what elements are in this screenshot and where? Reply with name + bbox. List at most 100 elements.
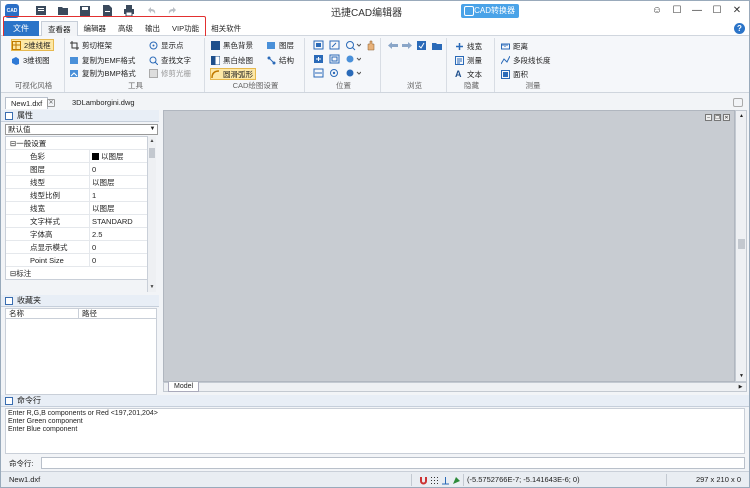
show-points-button[interactable]: 显示点 [149,39,184,51]
scroll-up-icon[interactable]: ▲ [737,112,746,120]
scroll-thumb[interactable] [149,148,155,158]
text-toggle-label: 文本 [467,69,482,79]
zoom-dropdown-icon[interactable] [345,40,362,51]
file-menu-tab[interactable]: 文件 [3,21,39,36]
command-input[interactable] [41,457,745,469]
redo-icon[interactable] [167,4,179,17]
feedback-icon[interactable]: ☺ [651,4,663,17]
tab-output[interactable]: 输出 [139,21,166,36]
property-row[interactable]: 色彩 以图层 [6,150,149,163]
properties-scrollbar[interactable]: ▲ ▼ [147,136,156,292]
property-row[interactable]: 线宽 以图层 [6,202,149,215]
arrow-left-icon[interactable] [387,40,399,51]
property-row[interactable]: Point Size 0 [6,254,149,267]
close-tab-icon[interactable]: ✕ [47,99,55,107]
scroll-down-icon[interactable]: ▼ [737,372,746,380]
pan-hand-icon[interactable] [365,40,377,51]
property-group-general[interactable]: ⊟一般设置 [6,137,149,150]
area-button[interactable]: 面积 [501,68,528,80]
save-icon[interactable] [79,4,91,17]
tab-related-software[interactable]: 相关软件 [205,21,247,36]
document-icon[interactable] [101,4,113,17]
canvas-vertical-scrollbar[interactable]: ▲ ▼ [735,110,747,382]
zoom-window-icon[interactable] [329,40,341,51]
minimize-button[interactable]: — [691,4,703,17]
scroll-up-icon[interactable]: ▲ [148,137,156,145]
crop-frame-button[interactable]: 剪切框架 [70,39,112,51]
column-header-name[interactable]: 名称 [9,309,24,319]
structure-button[interactable]: 结构 [267,54,294,66]
canvas-close-icon[interactable]: ✕ [723,114,730,121]
find-text-button[interactable]: 查找文字 [149,54,191,66]
layers-button[interactable]: 图层 [267,39,294,51]
property-row[interactable]: 线型 以图层 [6,176,149,189]
black-white-icon [210,55,221,65]
scroll-thumb[interactable] [738,239,745,249]
distance-button[interactable]: 距离 [501,40,528,52]
osnap-icon[interactable] [452,475,461,484]
grid-icon[interactable] [430,475,439,484]
arrow-right-icon[interactable] [401,40,413,51]
maximize-button[interactable]: ☐ [711,4,723,17]
black-background-button[interactable]: 黑色背景 [211,39,253,51]
text-toggle-button[interactable]: A 文本 [455,68,482,80]
orbit-dropdown-icon[interactable] [345,54,362,65]
snap-magnet-icon[interactable] [419,475,428,485]
browse-page-icon[interactable] [416,40,428,51]
line-width-button[interactable]: 线宽 [455,40,482,52]
open-folder-icon[interactable] [57,4,69,17]
property-row[interactable]: 字体高 2.5 [6,228,149,241]
zoom-extents-icon[interactable] [313,40,325,51]
property-row[interactable]: 点显示模式 0 [6,241,149,254]
scroll-right-icon[interactable]: ▶ [736,383,745,391]
tab-viewer[interactable]: 查看器 [41,21,78,36]
print-icon[interactable] [123,4,135,17]
help-icon[interactable]: ? [734,23,745,34]
tabs-scroll-icon[interactable] [733,98,743,107]
ortho-icon[interactable] [441,475,450,485]
property-row[interactable]: 图层 0 [6,163,149,176]
app-logo-icon[interactable]: CAD [5,4,19,18]
properties-selector-value: 默认值 [8,125,31,134]
polyline-length-button[interactable]: 多段线长度 [500,54,551,66]
wireframe-2d-button[interactable]: 2维线框 [11,39,54,51]
skin-icon[interactable]: ☐ [671,4,683,17]
doc-tab-new1[interactable]: New1.dxf [5,97,49,109]
property-row[interactable]: 线型比例 1 [6,189,149,202]
copy-emf-button[interactable]: 复制为EMF格式 [70,54,135,66]
tab-editor[interactable]: 编辑器 [78,21,113,36]
undo-icon[interactable] [145,4,157,17]
doc-tab-lamborgini[interactable]: 3DLamborgini.dwg [67,97,140,109]
browse-folder-icon[interactable] [431,40,443,51]
copy-bmp-button[interactable]: 复制为BMP格式 [70,67,136,79]
layers-label: 图层 [279,40,294,50]
view-3d-button[interactable]: 3维视图 [11,54,50,66]
column-header-path[interactable]: 路径 [82,309,97,319]
line-width-label: 线宽 [467,41,482,51]
zoom-in-icon[interactable] [313,54,325,65]
scroll-down-icon[interactable]: ▼ [148,283,156,291]
trim-raster-button[interactable]: 修剪光栅 [149,67,191,79]
black-white-button[interactable]: 黑白绘图 [210,54,253,66]
zoom-realtime-icon[interactable] [329,68,341,79]
smooth-arc-button[interactable]: 圆滑弧形 [210,68,256,80]
favorites-list[interactable]: 名称 路径 [5,308,157,395]
app-menu-icon[interactable] [35,4,47,17]
view-dropdown-icon[interactable] [345,68,362,79]
canvas-restore-icon[interactable]: ❐ [714,114,721,121]
property-row[interactable]: 文字样式 STANDARD [6,215,149,228]
zoom-out-icon[interactable] [329,54,341,65]
model-tab[interactable]: Model [168,382,200,392]
tab-advanced[interactable]: 高级 [112,21,139,36]
tab-vip[interactable]: VIP功能 [166,21,205,36]
property-group-dimension[interactable]: ⊟标注 [6,267,149,279]
drawing-canvas[interactable]: – ❐ ✕ [163,110,735,382]
cad-converter-button[interactable]: CAD转换器 [461,4,519,18]
property-value: 0 [92,165,97,174]
paper-size: 297 x 210 x 0 [695,475,741,484]
close-button[interactable]: ✕ [731,4,743,17]
measure-toggle-button[interactable]: 测量 [455,54,482,66]
properties-selector[interactable]: 默认值 ▼ [5,124,158,135]
zoom-previous-icon[interactable] [313,68,325,79]
canvas-minimize-icon[interactable]: – [705,114,712,121]
